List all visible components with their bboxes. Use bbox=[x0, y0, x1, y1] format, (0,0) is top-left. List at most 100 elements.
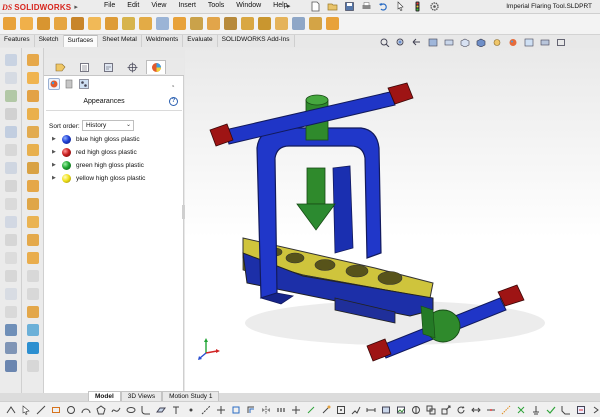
tool-icon-4[interactable] bbox=[5, 108, 17, 120]
pointer-icon[interactable] bbox=[21, 405, 31, 415]
expand-arrow-icon[interactable]: ▶ bbox=[52, 175, 57, 181]
new-document-icon[interactable] bbox=[310, 1, 321, 12]
zoom-to-area-icon[interactable] bbox=[396, 38, 406, 47]
tool-icon-10[interactable] bbox=[5, 216, 17, 228]
menu-insert[interactable]: Insert bbox=[178, 2, 196, 9]
tab-3d-views[interactable]: 3D Views bbox=[120, 391, 163, 401]
copy-entities-icon[interactable] bbox=[426, 405, 436, 415]
move-entities-icon[interactable] bbox=[291, 405, 301, 415]
tool-icon-12[interactable] bbox=[5, 252, 17, 264]
surface-tool-icon-10[interactable] bbox=[27, 216, 39, 228]
zoom-to-fit-icon[interactable] bbox=[380, 38, 390, 47]
shaded-sketch-icon[interactable] bbox=[381, 405, 391, 415]
offset-entities-icon[interactable] bbox=[246, 405, 256, 415]
surface-tool-icon-17[interactable] bbox=[27, 342, 39, 354]
untrim-surface-icon[interactable] bbox=[241, 17, 254, 30]
tab-sheet-metal[interactable]: Sheet Metal bbox=[98, 35, 142, 47]
menu-file[interactable]: File bbox=[104, 2, 115, 9]
check-sketch-icon[interactable] bbox=[546, 405, 556, 415]
tool-icon-7[interactable] bbox=[5, 162, 17, 174]
panel-tab-feature-tree[interactable] bbox=[50, 60, 70, 74]
appearances-filter-icon[interactable] bbox=[48, 78, 60, 90]
display-relations-icon[interactable] bbox=[306, 405, 316, 415]
surface-tool-icon-2[interactable] bbox=[27, 72, 39, 84]
tool-icon-8[interactable] bbox=[5, 180, 17, 192]
fillet-sketch-icon[interactable] bbox=[141, 405, 151, 415]
more-tools-icon[interactable] bbox=[591, 405, 600, 415]
surface-tool-icon-11[interactable] bbox=[27, 234, 39, 246]
surface-tool-icon-15[interactable] bbox=[27, 306, 39, 318]
tool-icon-15[interactable] bbox=[5, 306, 17, 318]
hide-show-items-icon[interactable] bbox=[492, 38, 502, 47]
plane-icon[interactable] bbox=[156, 405, 166, 415]
trim-surface-icon[interactable] bbox=[224, 17, 237, 30]
expand-arrow-icon[interactable]: ▶ bbox=[52, 136, 57, 142]
tool-icon-9[interactable] bbox=[5, 198, 17, 210]
tool-icon-1[interactable] bbox=[5, 54, 17, 66]
exit-sketch-icon[interactable] bbox=[576, 405, 586, 415]
panel-tab-property-manager[interactable] bbox=[74, 60, 94, 74]
display-style-icon[interactable] bbox=[476, 38, 486, 47]
surface-tool-icon-16[interactable] bbox=[27, 324, 39, 336]
tool-icon-11[interactable] bbox=[5, 234, 17, 246]
tool-icon-13[interactable] bbox=[5, 270, 17, 282]
surface-tool-icon-3[interactable] bbox=[27, 90, 39, 102]
surface-tool-icon-12[interactable] bbox=[27, 252, 39, 264]
graphics-viewport[interactable] bbox=[185, 48, 600, 393]
tool-icon-6[interactable] bbox=[5, 144, 17, 156]
section-view-icon[interactable] bbox=[428, 38, 438, 47]
lofted-surface-icon[interactable] bbox=[54, 17, 67, 30]
surface-tool-icon-9[interactable] bbox=[27, 198, 39, 210]
construction-geometry-icon[interactable] bbox=[501, 405, 511, 415]
tab-solidworks-add-ins[interactable]: SOLIDWORKS Add-Ins bbox=[217, 35, 295, 47]
menu-view[interactable]: View bbox=[151, 2, 166, 9]
revolved-surface-icon[interactable] bbox=[20, 17, 33, 30]
tool-icon-16[interactable] bbox=[5, 324, 17, 336]
decals-icon[interactable] bbox=[63, 78, 75, 90]
smart-dimension-icon[interactable] bbox=[6, 405, 16, 415]
modify-sketch-icon[interactable] bbox=[411, 405, 421, 415]
chamfer-icon[interactable] bbox=[190, 17, 203, 30]
panel-tab-display-manager[interactable] bbox=[146, 60, 166, 74]
tab-motion-study[interactable]: Motion Study 1 bbox=[162, 391, 220, 401]
edit-appearance-icon[interactable] bbox=[508, 38, 518, 47]
tab-features[interactable]: Features bbox=[0, 35, 35, 47]
point-icon[interactable] bbox=[186, 405, 196, 415]
rectangle-icon[interactable] bbox=[51, 405, 61, 415]
scene-lights-cameras-icon[interactable] bbox=[78, 78, 90, 90]
panel-tab-dimxpert[interactable] bbox=[122, 60, 142, 74]
freeform-icon[interactable] bbox=[105, 17, 118, 30]
planar-surface-icon[interactable] bbox=[122, 17, 135, 30]
help-icon[interactable]: ? bbox=[169, 97, 178, 106]
undo-icon[interactable] bbox=[378, 1, 389, 12]
convert-entities-icon[interactable] bbox=[231, 405, 241, 415]
panel-tab-configuration-manager[interactable] bbox=[98, 60, 118, 74]
select-icon[interactable] bbox=[395, 1, 406, 12]
tool-icon-18[interactable] bbox=[5, 360, 17, 372]
appearance-item-blue[interactable]: ▶ blue high gloss plastic bbox=[52, 133, 140, 145]
menu-edit[interactable]: Edit bbox=[127, 2, 139, 9]
fillet-icon[interactable] bbox=[173, 17, 186, 30]
surface-tool-icon-7[interactable] bbox=[27, 162, 39, 174]
dynamic-annotation-icon[interactable] bbox=[444, 38, 454, 47]
previous-view-icon[interactable] bbox=[412, 38, 422, 47]
ruled-surface-icon[interactable] bbox=[156, 17, 169, 30]
cut-with-surface-icon[interactable] bbox=[326, 17, 339, 30]
solidworks-logo[interactable]: DS SOLIDWORKS ▸ bbox=[2, 2, 78, 12]
tool-icon-5[interactable] bbox=[5, 126, 17, 138]
swept-surface-icon[interactable] bbox=[37, 17, 50, 30]
appearance-item-green[interactable]: ▶ green high gloss plastic bbox=[52, 159, 144, 171]
view-settings-icon[interactable] bbox=[540, 38, 550, 47]
offset-surface-icon[interactable] bbox=[139, 17, 152, 30]
surface-tool-icon-5[interactable] bbox=[27, 126, 39, 138]
trim-entities-icon[interactable] bbox=[216, 405, 226, 415]
menu-pin-icon[interactable]: ▸ bbox=[287, 2, 291, 10]
add-relation-icon[interactable] bbox=[516, 405, 526, 415]
arc-icon[interactable] bbox=[81, 405, 91, 415]
tab-weldments[interactable]: Weldments bbox=[141, 35, 184, 47]
tab-model[interactable]: Model bbox=[88, 391, 121, 401]
knit-surface-icon[interactable] bbox=[258, 17, 271, 30]
tool-icon-3[interactable] bbox=[5, 90, 17, 102]
tab-evaluate[interactable]: Evaluate bbox=[183, 35, 218, 47]
open-folder-icon[interactable] bbox=[327, 1, 338, 12]
